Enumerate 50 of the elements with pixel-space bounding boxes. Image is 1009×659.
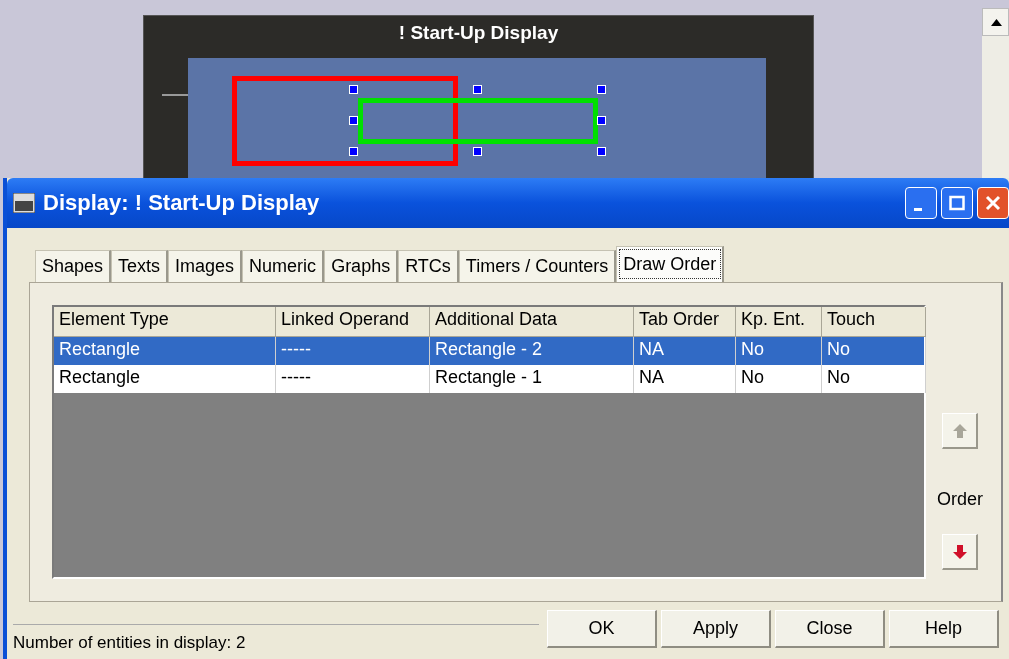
maximize-button[interactable]	[941, 187, 973, 219]
table-cell: -----	[276, 365, 430, 393]
resize-handle[interactable]	[597, 85, 606, 94]
tab[interactable]: Shapes	[35, 250, 112, 282]
column-header[interactable]: Element Type	[54, 307, 276, 337]
dialog-button[interactable]: OK	[547, 610, 657, 648]
order-label: Order	[937, 489, 983, 510]
resize-handle[interactable]	[349, 85, 358, 94]
maximize-icon	[949, 195, 965, 211]
table-cell: No	[822, 365, 926, 393]
display-title: ! Start-Up Display	[397, 22, 560, 44]
minimize-button[interactable]	[905, 187, 937, 219]
table-row[interactable]: Rectangle ----- Rectangle - 1 NA No No	[54, 365, 924, 393]
table-cell: Rectangle - 1	[430, 365, 634, 393]
resize-handle[interactable]	[349, 147, 358, 156]
dialog-button[interactable]: Help	[889, 610, 999, 648]
close-icon	[985, 195, 1001, 211]
tab[interactable]: Numeric	[242, 250, 325, 282]
column-header[interactable]: Additional Data	[430, 307, 634, 337]
window-title: Display: ! Start-Up Display	[43, 190, 321, 216]
scrollbar[interactable]	[982, 8, 1009, 180]
tab[interactable]: Draw Order	[616, 246, 725, 282]
table-cell: Rectangle	[54, 365, 276, 393]
column-header[interactable]: Kp. Ent.	[736, 307, 822, 337]
app-icon	[13, 193, 35, 213]
table-row[interactable]: Rectangle ----- Rectangle - 2 NA No No	[54, 337, 924, 365]
down-arrow-icon	[951, 543, 968, 560]
minimize-icon	[914, 207, 922, 211]
up-arrow-icon	[951, 422, 968, 439]
tab[interactable]: Timers / Counters	[458, 250, 617, 282]
resize-handle[interactable]	[349, 116, 358, 125]
resize-handle[interactable]	[473, 85, 482, 94]
tab[interactable]: Graphs	[324, 250, 399, 282]
tab[interactable]: Texts	[111, 250, 169, 282]
column-header[interactable]: Tab Order	[634, 307, 736, 337]
dialog-button[interactable]: Close	[775, 610, 885, 648]
table-cell: No	[736, 365, 822, 393]
table-cell: NA	[634, 365, 736, 393]
status-text: Number of entities in display: 2	[13, 624, 539, 659]
resize-handle[interactable]	[597, 147, 606, 156]
tab[interactable]: RTCs	[398, 250, 459, 282]
tab[interactable]: Images	[168, 250, 243, 282]
dialog-button[interactable]: Apply	[661, 610, 771, 648]
scroll-up-icon[interactable]	[991, 19, 1002, 26]
close-button[interactable]	[977, 187, 1009, 219]
column-header[interactable]: Touch	[822, 307, 926, 337]
column-header[interactable]: Linked Operand	[276, 307, 430, 337]
resize-handle[interactable]	[473, 147, 482, 156]
move-down-button[interactable]	[942, 534, 978, 570]
resize-handle[interactable]	[597, 116, 606, 125]
